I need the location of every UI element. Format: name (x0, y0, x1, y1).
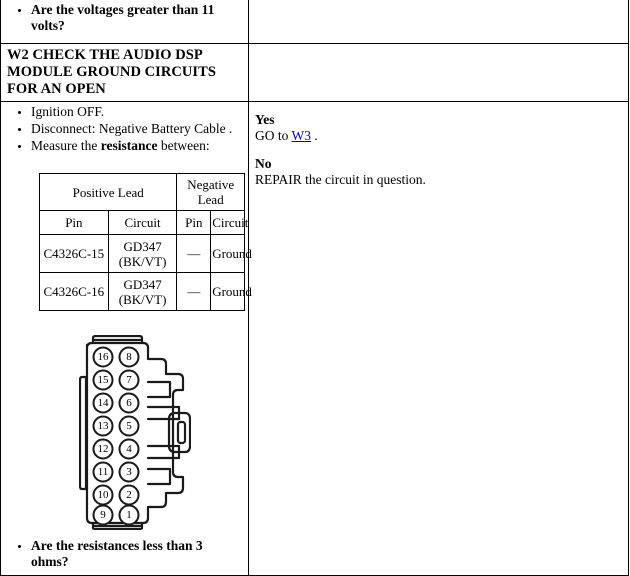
action-text-post: between: (157, 138, 210, 153)
list-item: Are the resistances less than 3 ohms? (31, 538, 242, 570)
column-header-negative-pin: Pin (176, 210, 212, 235)
step-body-cell: Ignition OFF. Disconnect: Negative Batte… (0, 101, 252, 576)
cell-positive-circuit: GD347 (BK/VT) (107, 234, 178, 273)
result-yes-action: GO to W3 . (255, 128, 628, 144)
step-header-cell: W2 CHECK THE AUDIO DSP MODULE GROUND CIR… (0, 43, 249, 102)
result-spacer (255, 143, 628, 156)
cell-negative-pin: — (176, 272, 212, 311)
step-action-list: Ignition OFF. Disconnect: Negative Batte… (1, 102, 248, 159)
pin-label: 3 (126, 466, 132, 478)
measurement-sub-header-row: Pin Circuit Pin Circuit (39, 210, 248, 235)
column-header-negative-circuit: Circuit (210, 210, 248, 235)
page-title: W2 CHECK THE AUDIO DSP MODULE GROUND CIR… (7, 47, 216, 97)
column-header-positive-lead: Positive Lead (38, 173, 178, 211)
result-no-action: REPAIR the circuit in question. (255, 171, 426, 187)
action-text-pre: Measure the (31, 138, 101, 153)
step-result-cell: Yes GO to W3 . No REPAIR the circuit in … (248, 101, 629, 576)
pin-label: 2 (126, 489, 132, 501)
cell-positive-pin: C4326C-15 (39, 234, 109, 273)
measurement-group-header-row: Positive Lead Negative Lead (38, 173, 245, 211)
previous-result-cell (248, 0, 629, 44)
list-item: Measure the resistance between: (31, 138, 242, 154)
result-no-label: No (255, 156, 272, 171)
pin-label: 1 (126, 509, 132, 521)
measurement-table-wrapper: Positive Lead Negative Lead Pin Circuit … (1, 159, 252, 311)
pin-label: 9 (100, 509, 106, 521)
previous-question-cell: Are the voltages greater than 11 volts? (0, 0, 249, 44)
connector-diagram-icon: 16 15 14 13 12 11 10 9 8 7 6 5 4 3 2 1 (79, 335, 191, 530)
previous-question-list: Are the voltages greater than 11 volts? (1, 0, 248, 39)
pin-label: 6 (126, 397, 132, 409)
pin-label: 12 (98, 443, 109, 455)
column-header-negative-lead: Negative Lead (176, 173, 245, 211)
table-row-step-header: W2 CHECK THE AUDIO DSP MODULE GROUND CIR… (0, 43, 629, 102)
pin-label: 15 (98, 374, 110, 386)
pin-label: 14 (98, 397, 110, 409)
table-row-step-body: Ignition OFF. Disconnect: Negative Batte… (0, 101, 629, 576)
cell-positive-pin: C4326C-16 (39, 272, 109, 311)
result-branches: Yes GO to W3 . No REPAIR the circuit in … (249, 102, 628, 193)
cell-negative-circuit: Ground (210, 234, 252, 273)
cell-negative-circuit: Ground (210, 272, 252, 311)
link-w3[interactable]: W3 (292, 128, 312, 143)
column-header-positive-pin: Pin (39, 210, 109, 235)
step-question-list: Are the resistances less than 3 ohms? (1, 536, 248, 575)
pin-label: 11 (98, 466, 109, 478)
list-item: Are the voltages greater than 11 volts? (31, 2, 242, 34)
pin-label: 8 (126, 351, 132, 363)
table-row-previous-question: Are the voltages greater than 11 volts? (0, 0, 629, 44)
pin-label: 10 (98, 489, 110, 501)
connector-illustration-wrapper: 16 15 14 13 12 11 10 9 8 7 6 5 4 3 2 1 (1, 311, 248, 536)
action-text-emphasis: resistance (100, 138, 158, 153)
goto-period: . (311, 127, 318, 143)
goto-text: GO to (255, 127, 292, 143)
list-item: Disconnect: Negative Battery Cable . (31, 121, 242, 137)
pin-label: 5 (126, 420, 132, 432)
table-row: C4326C-15 GD347 (BK/VT) — Ground (39, 234, 252, 273)
pin-label: 7 (126, 374, 132, 386)
measurement-table: Positive Lead Negative Lead Pin Circuit … (38, 173, 252, 311)
result-yes-label: Yes (255, 112, 275, 127)
column-header-positive-circuit: Circuit (107, 210, 178, 235)
step-header-result-cell (248, 43, 629, 102)
table-row: C4326C-16 GD347 (BK/VT) — Ground (39, 272, 252, 311)
cell-positive-circuit: GD347 (BK/VT) (107, 272, 178, 311)
pinpoint-test-table: Are the voltages greater than 11 volts? … (0, 0, 629, 576)
pin-label: 16 (98, 351, 110, 363)
pin-label: 4 (126, 443, 132, 455)
cell-negative-pin: — (176, 234, 212, 273)
list-item: Ignition OFF. (31, 104, 242, 120)
pin-label: 13 (98, 420, 110, 432)
